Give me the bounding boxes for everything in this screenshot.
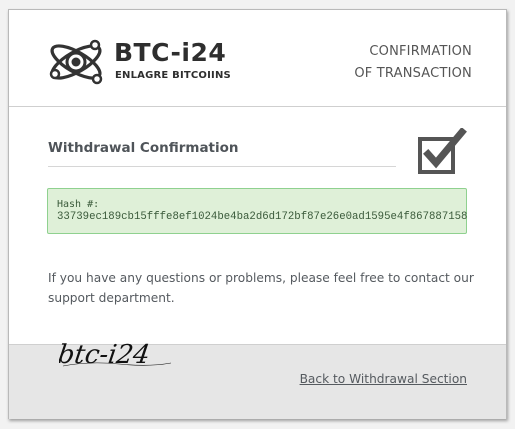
- section-title: Withdrawal Confirmation: [48, 138, 396, 167]
- page-title-line1: CONFIRMATION: [369, 44, 472, 59]
- brand-tagline: ENLAGRE BITCOIINS: [115, 70, 231, 81]
- back-to-withdrawal-link[interactable]: Back to Withdrawal Section: [300, 371, 467, 387]
- footer: btc-i24 Back to Withdrawal Section: [9, 340, 506, 419]
- atom-logo-icon: [49, 39, 103, 85]
- hash-value: 33739ec189cb15fffe8ef1024be4ba2d6d172bf8…: [57, 211, 468, 223]
- page-title: CONFIRMATION OF TRANSACTION: [354, 41, 472, 85]
- signature-image: btc-i24: [59, 340, 172, 370]
- confirmation-card: BTC-i24 ENLAGRE BITCOIINS CONFIRMATION O…: [8, 9, 507, 419]
- page-title-line2: OF TRANSACTION: [354, 66, 472, 81]
- hash-box: Hash #: 33739ec189cb15fffe8ef1024be4ba2d…: [47, 188, 467, 234]
- brand-name: BTC-i24: [114, 38, 227, 67]
- page-frame: BTC-i24 ENLAGRE BITCOIINS CONFIRMATION O…: [0, 0, 515, 429]
- support-message: If you have any questions or problems, p…: [48, 271, 474, 305]
- checkbox-checked-icon: [418, 128, 467, 174]
- hash-label: Hash #:: [57, 199, 100, 210]
- header: BTC-i24 ENLAGRE BITCOIINS CONFIRMATION O…: [9, 10, 506, 107]
